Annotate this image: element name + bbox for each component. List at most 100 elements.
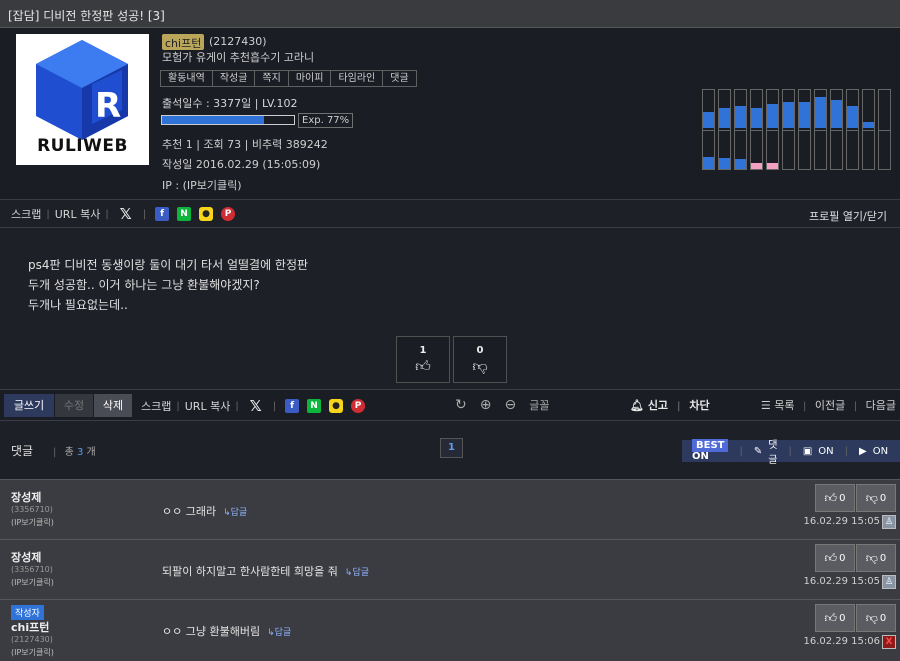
reply-link[interactable]: ↳답글 [223, 508, 247, 518]
pencil-icon: ✎ [753, 445, 763, 457]
edit-button[interactable]: 수정 [55, 394, 93, 417]
comment-page-button[interactable]: 1 [440, 438, 463, 458]
activity-bar-divider [719, 130, 730, 131]
divider: | [788, 445, 792, 457]
activity-bar-divider [879, 130, 890, 131]
video-toggle[interactable]: ON [873, 446, 888, 457]
activity-bar [846, 89, 859, 170]
activity-bar-divider [767, 130, 778, 131]
activity-bar-divider [735, 130, 746, 131]
attendance-level: 출석일수 : 3377일 | LV.102 [162, 97, 298, 110]
exp-label: Exp. 77% [298, 113, 354, 128]
post-title-bar: [잡담] 디비전 한정판 성공! [3] [0, 0, 900, 28]
comment-downvote-button[interactable]: 👎︎ 0 [856, 544, 896, 572]
thumbs-up-icon: 👍︎ [824, 610, 838, 625]
write-button[interactable]: 글쓰기 [4, 394, 54, 417]
zoom-in-icon[interactable]: ⊕ [480, 397, 492, 413]
post-date: 작성일 2016.02.29 (15:05:09) [162, 158, 321, 171]
divider: | [803, 401, 807, 412]
reply-link[interactable]: ↳답글 [267, 628, 291, 638]
post-body-line: ps4판 디비전 동생이랑 둘이 대기 타서 얼떨결에 한정판 [28, 258, 309, 272]
divider: | [676, 401, 681, 412]
pinterest-icon[interactable]: P [221, 207, 236, 221]
post-ip[interactable]: IP : (IP보기클릭) [162, 177, 242, 193]
font-button[interactable]: 글꼴 [529, 397, 549, 413]
report-button[interactable]: 신고 [648, 399, 668, 412]
profile-tabs: 활동내역 작성글 쪽지 마이피 타임라인 댓글 [160, 70, 417, 87]
comment-date: 16.02.29 15:05 [803, 516, 880, 527]
comment-upvote-count: 0 [839, 552, 846, 564]
thumbs-down-icon: 👎︎ [865, 610, 878, 625]
naver-icon[interactable]: N [307, 399, 322, 413]
kakao-icon[interactable]: ● [199, 207, 214, 221]
x-twitter-icon[interactable]: 𝕏 [248, 397, 264, 415]
share-bar-bottom: 스크랩 | URL 복사 | 𝕏 | f N ● P [141, 395, 369, 417]
next-post-link[interactable]: 다음글 [866, 399, 896, 412]
x-twitter-icon[interactable]: 𝕏 [118, 205, 134, 223]
comment-upvote-button[interactable]: 👍︎ 0 [815, 604, 855, 632]
facebook-icon[interactable]: f [285, 399, 300, 413]
comment-options-bar: BEST ON | ✎댓글 | ▣ON | ▶ON | ↻ [682, 439, 900, 466]
comment-ip[interactable]: (IP보기클릭) [11, 577, 54, 588]
comment-ip[interactable]: (IP보기클릭) [11, 517, 54, 528]
pinterest-icon[interactable]: P [351, 399, 366, 413]
delete-button[interactable]: 삭제 [94, 394, 132, 417]
comment-text-body: ㅇㅇ 그냥 환불해버림 [162, 625, 261, 638]
refresh-icon[interactable]: ↻ [455, 397, 467, 413]
author-nickname[interactable]: chi프턴 [162, 34, 205, 50]
upvote-button[interactable]: 1 👍︎ [396, 336, 450, 383]
zoom-out-icon[interactable]: ⊖ [504, 397, 516, 413]
profile-tab-message[interactable]: 쪽지 [255, 71, 289, 86]
best-toggle[interactable]: BEST ON [692, 439, 729, 462]
activity-bar [798, 89, 811, 170]
comment-author[interactable]: 장성제 [11, 549, 41, 565]
divider: | [53, 447, 57, 458]
activity-up-fill [847, 106, 858, 128]
post-stats: 추천 1 | 조회 73 | 비추력 389242 [162, 138, 328, 151]
downvote-button[interactable]: 0 👎︎ [453, 336, 507, 383]
reply-link[interactable]: ↳답글 [345, 568, 369, 578]
comment-downvote-button[interactable]: 👎︎ 0 [856, 604, 896, 632]
profile-tab-timeline[interactable]: 타임라인 [331, 71, 384, 86]
comment-upvote-button[interactable]: 👍︎ 0 [815, 544, 855, 572]
view-tools: ↻ ⊕ ⊖ 글꼴 [455, 397, 549, 413]
comment-author[interactable]: chi프턴 [11, 619, 49, 635]
comment-text: 되팔이 하지말고 한사람한테 희망을 줘 ↳답글 [162, 563, 369, 579]
activity-up-fill [783, 102, 794, 128]
bell-icon: 🔔︎ [630, 399, 644, 412]
profile-tab-posts[interactable]: 작성글 [213, 71, 256, 86]
profile-tab-mypi[interactable]: 마이피 [289, 71, 332, 86]
naver-icon[interactable]: N [177, 207, 192, 221]
delete-comment-icon[interactable]: X [882, 635, 896, 649]
url-copy-link[interactable]: URL 복사 [55, 206, 101, 222]
list-icon: ☰ [760, 399, 771, 412]
comment-upvote-count: 0 [839, 492, 846, 504]
facebook-icon[interactable]: f [155, 207, 170, 221]
profile-tab-comments[interactable]: 댓글 [383, 71, 415, 86]
comment-ip[interactable]: (IP보기클릭) [11, 647, 54, 658]
comment-downvote-button[interactable]: 👎︎ 0 [856, 484, 896, 512]
comment-author[interactable]: 장성제 [11, 489, 41, 505]
comment-upvote-count: 0 [839, 612, 846, 624]
profile-tab-activity[interactable]: 활동내역 [161, 71, 213, 86]
kakao-icon[interactable]: ● [329, 399, 344, 413]
post-body-line: 두개나 필요없는데.. [28, 298, 128, 312]
activity-bar-divider [831, 130, 842, 131]
activity-up-fill [703, 112, 714, 128]
comment-author-uid: (3356710) [11, 565, 53, 574]
write-comment-toggle[interactable]: 댓글 [768, 436, 777, 466]
list-link[interactable]: 목록 [774, 399, 794, 412]
activity-bar-divider [703, 130, 714, 131]
block-button[interactable]: 차단 [689, 399, 709, 412]
avatar-icon: ♙ [882, 575, 896, 589]
post-body: ps4판 디비전 동생이랑 둘이 대기 타서 얼떨결에 한정판 두개 성공함..… [28, 255, 308, 315]
scrap-link[interactable]: 스크랩 [11, 206, 41, 222]
prev-post-link[interactable]: 이전글 [815, 399, 845, 412]
scrap-link[interactable]: 스크랩 [141, 398, 171, 414]
comment-author-uid: (2127430) [11, 635, 53, 644]
profile-toggle-link[interactable]: 프로필 열기/닫기 [809, 208, 887, 224]
comment-upvote-button[interactable]: 👍︎ 0 [815, 484, 855, 512]
divider: | [235, 400, 239, 412]
url-copy-link[interactable]: URL 복사 [185, 398, 231, 414]
image-toggle[interactable]: ON [818, 446, 833, 457]
